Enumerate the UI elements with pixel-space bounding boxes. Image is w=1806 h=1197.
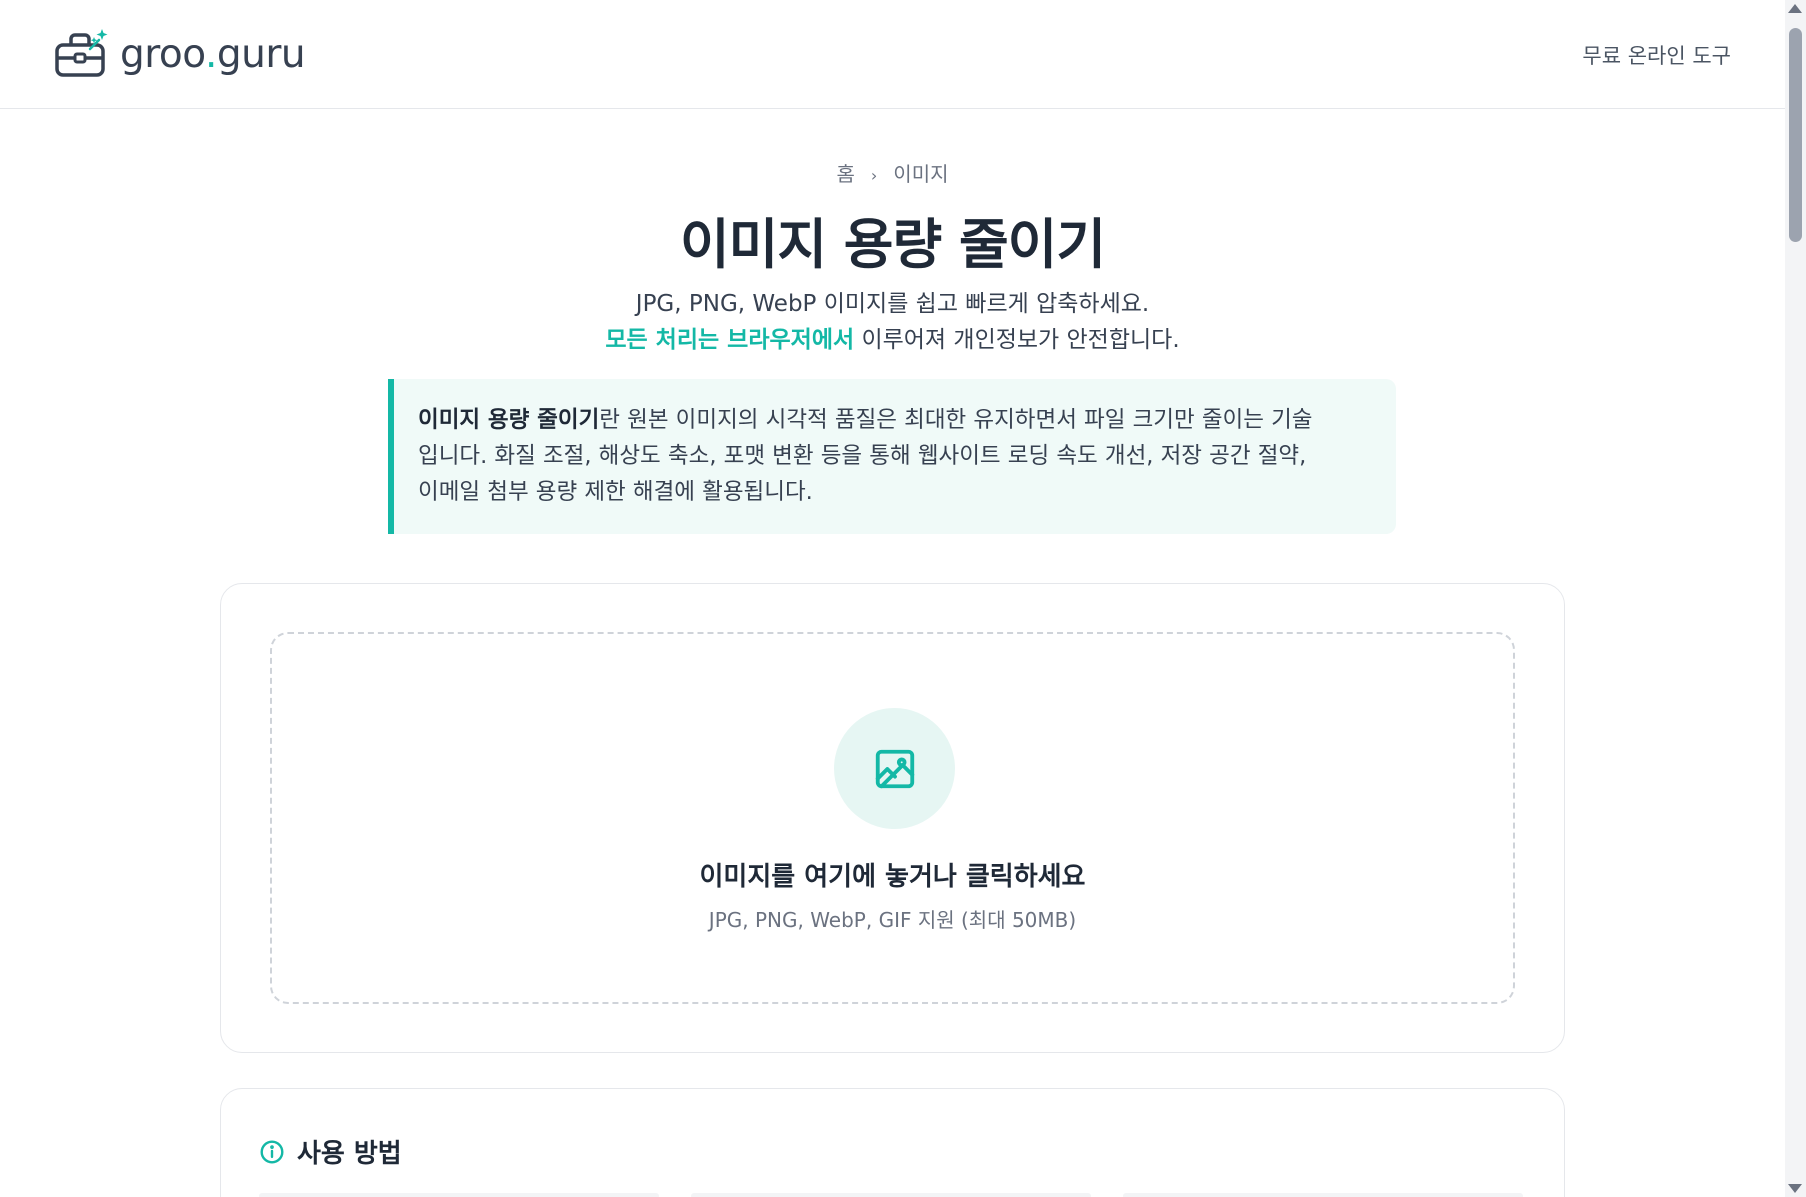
vertical-scrollbar[interactable] (1785, 0, 1806, 1197)
subtitle-highlight: 모든 처리는 브라우저에서 (605, 327, 855, 353)
upload-icon-circle (834, 708, 955, 829)
step-card-2 (691, 1193, 1091, 1197)
info-line-1: 이미지 용량 줄이기란 원본 이미지의 시각적 품질은 최대한 유지하면서 파일… (418, 402, 1372, 438)
breadcrumb-home-link[interactable]: 홈 (836, 162, 854, 186)
info-line-2: 입니다. 화질 조절, 해상도 축소, 포맷 변환 등을 통해 웹사이트 로딩 … (418, 443, 1307, 469)
image-dropzone[interactable]: 이미지를 여기에 놓거나 클릭하세요 JPG, PNG, WebP, GIF 지… (270, 632, 1515, 1004)
step-card-1 (259, 1193, 659, 1197)
nav-free-tools-link[interactable]: 무료 온라인 도구 (1582, 40, 1731, 70)
info-line-3: 이메일 첨부 용량 제한 해결에 활용됩니다. (418, 479, 813, 505)
logo-text-tail: guru (216, 31, 306, 77)
breadcrumb-separator: › (870, 166, 878, 185)
info-line-1-rest: 란 원본 이미지의 시각적 품질은 최대한 유지하면서 파일 크기만 줄이는 기… (599, 407, 1313, 433)
scroll-up-arrow-icon[interactable] (1788, 4, 1802, 13)
upload-card: 이미지를 여기에 놓거나 클릭하세요 JPG, PNG, WebP, GIF 지… (220, 583, 1565, 1053)
info-bold-term: 이미지 용량 줄이기 (418, 407, 600, 433)
how-to-card: 사용 방법 (220, 1088, 1565, 1197)
info-icon (260, 1140, 284, 1163)
breadcrumb: 홈 › 이미지 (0, 158, 1785, 187)
breadcrumb-current[interactable]: 이미지 (893, 162, 948, 186)
logo[interactable]: groo.guru (54, 22, 306, 86)
dropzone-subtitle: JPG, PNG, WebP, GIF 지원 (최대 50MB) (708, 908, 1077, 932)
toolbox-icon (55, 29, 108, 77)
logo-text-main: groo (120, 31, 205, 77)
how-to-title: 사용 방법 (297, 1139, 402, 1169)
logo-text-dot: . (204, 31, 217, 77)
page-subtitle: JPG, PNG, WebP 이미지를 쉽고 빠르게 압축하세요. 모든 처리는… (0, 286, 1785, 358)
scroll-down-arrow-icon[interactable] (1788, 1184, 1802, 1193)
dropzone-title: 이미지를 여기에 놓거나 클릭하세요 (699, 862, 1086, 892)
how-to-heading: 사용 방법 (259, 1133, 402, 1170)
image-icon (875, 749, 914, 788)
info-callout: 이미지 용량 줄이기란 원본 이미지의 시각적 품질은 최대한 유지하면서 파일… (388, 379, 1396, 534)
subtitle-line-2-rest: 이루어져 개인정보가 안전합니다. (854, 327, 1180, 353)
subtitle-line-2: 모든 처리는 브라우저에서 이루어져 개인정보가 안전합니다. (0, 322, 1785, 358)
subtitle-line-1: JPG, PNG, WebP 이미지를 쉽고 빠르게 압축하세요. (635, 291, 1150, 317)
step-card-3 (1123, 1193, 1523, 1197)
site-header: groo.guru 무료 온라인 도구 (0, 0, 1785, 109)
logo-wordmark: groo.guru (120, 31, 306, 77)
page-title: 이미지 용량 줄이기 (679, 213, 1106, 276)
scroll-thumb[interactable] (1789, 28, 1802, 242)
